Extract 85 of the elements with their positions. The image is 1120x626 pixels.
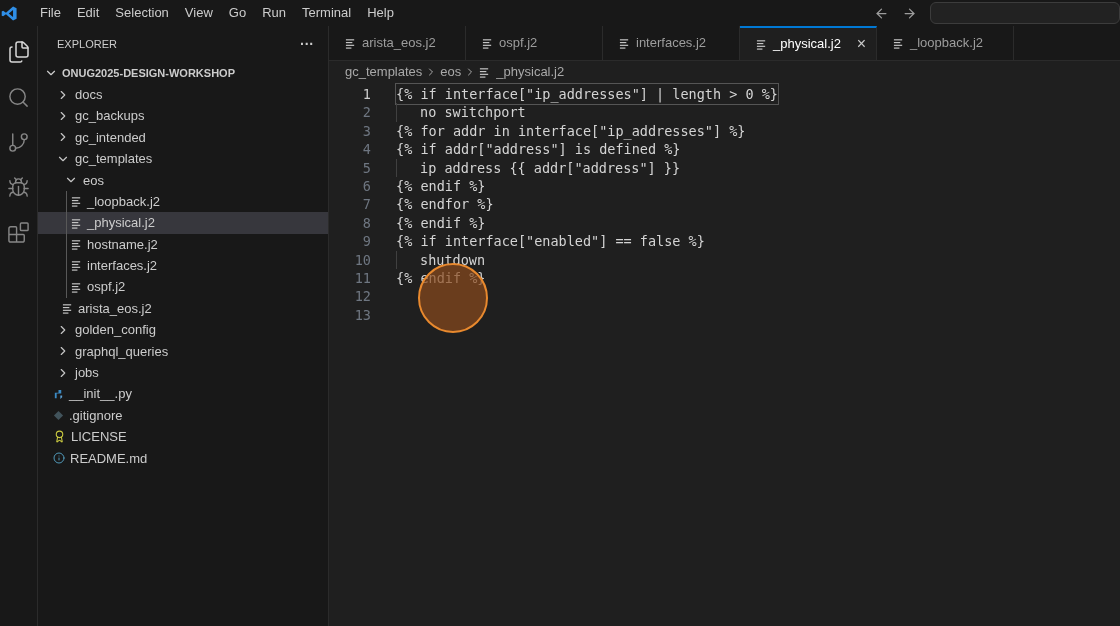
- tree-item[interactable]: ospf.j2: [38, 276, 328, 298]
- line-number: 8: [361, 213, 371, 233]
- workspace-header[interactable]: ONUG2025-DESIGN-WORKSHOP: [38, 62, 328, 84]
- files-icon[interactable]: [6, 40, 31, 64]
- tree-item[interactable]: README.md: [38, 447, 328, 470]
- code-line: {% endif %}: [396, 213, 486, 233]
- search-icon[interactable]: [7, 86, 30, 109]
- file-lines-icon: [71, 196, 82, 208]
- menu-item[interactable]: Run: [254, 3, 294, 23]
- more-actions-button[interactable]: ···: [300, 33, 314, 55]
- tree-item[interactable]: gc_intended: [38, 126, 328, 149]
- tree-item[interactable]: hostname.j2: [38, 233, 328, 256]
- line-number: 12: [353, 287, 371, 307]
- line-number: 1: [361, 85, 371, 105]
- code-line: shutdown: [420, 250, 486, 270]
- menu-item[interactable]: Terminal: [294, 3, 360, 23]
- file-lines-icon: [482, 37, 493, 49]
- line-number: 3: [361, 121, 371, 141]
- line-number: 7: [361, 195, 371, 215]
- tree-item[interactable]: eos: [38, 169, 328, 191]
- tree-item[interactable]: gc_backups: [38, 105, 328, 127]
- code-line: {% if interface["ip_addresses"] | length > 0 %}: [396, 84, 778, 105]
- extensions-icon[interactable]: [7, 221, 30, 244]
- tree-item[interactable]: arista_eos.j2: [38, 297, 328, 320]
- ribbon-icon: [53, 430, 66, 444]
- file-lines-icon: [756, 38, 767, 50]
- file-lines-icon: [345, 37, 356, 49]
- line-number: 5: [361, 158, 371, 178]
- line-number: 10: [353, 250, 371, 270]
- line-number: 2: [361, 103, 371, 123]
- tree-item[interactable]: golden_config: [38, 319, 328, 341]
- file-lines-icon: [62, 303, 73, 315]
- code-line: no switchport: [420, 103, 526, 123]
- code-line: {% endif %}: [396, 177, 486, 197]
- line-number: 11: [353, 269, 371, 288]
- tree-item[interactable]: interfaces.j2: [38, 255, 328, 277]
- menu-item[interactable]: Go: [220, 3, 255, 23]
- menu-item[interactable]: File: [32, 3, 69, 23]
- file-lines-icon: [619, 37, 630, 49]
- python-icon: [53, 388, 64, 400]
- line-number: 13: [353, 305, 371, 325]
- line-number: 4: [361, 140, 371, 160]
- command-center-field[interactable]: [930, 2, 1120, 24]
- editor-tab[interactable]: _physical.j2 ×: [740, 26, 877, 60]
- breadcrumb-item[interactable]: _physical.j2: [496, 62, 565, 82]
- tree-item[interactable]: _loopback.j2: [38, 190, 328, 213]
- editor-tab[interactable]: _loopback.j2: [877, 26, 1014, 60]
- tree-item[interactable]: gc_templates: [38, 148, 328, 170]
- code-line: {% if addr["address"] is defined %}: [396, 140, 681, 160]
- code-line: {% for addr in interface["ip_addresses"] %}: [396, 121, 746, 142]
- tree-item[interactable]: graphql_queries: [38, 340, 328, 363]
- menu-item[interactable]: Help: [359, 3, 402, 23]
- diamond-icon: [53, 410, 64, 422]
- branch-icon[interactable]: [7, 131, 30, 154]
- line-number: 9: [361, 232, 371, 252]
- tree-item[interactable]: .gitignore: [38, 404, 328, 427]
- code-line: {% if interface["enabled"] == false %}: [396, 232, 705, 252]
- file-lines-icon: [71, 217, 82, 229]
- file-lines-icon: [71, 260, 82, 272]
- tree-item[interactable]: _physical.j2: [38, 212, 328, 234]
- app-logo-icon: [1, 4, 18, 22]
- tree-item[interactable]: __init__.py: [38, 383, 328, 405]
- breadcrumb-item[interactable]: eos: [440, 62, 462, 82]
- info-icon: [53, 452, 65, 465]
- back-arrow-icon[interactable]: [874, 5, 889, 21]
- forward-arrow-icon[interactable]: [902, 5, 917, 21]
- breadcrumb-item[interactable]: gc_templates: [345, 62, 423, 82]
- tree-item[interactable]: LICENSE: [38, 426, 328, 448]
- file-lines-icon: [893, 37, 904, 49]
- file-lines-icon: [71, 238, 82, 250]
- menu-item[interactable]: Selection: [107, 3, 177, 23]
- code-line: {% endfor %}: [396, 195, 494, 215]
- code-line: ip address {{ addr["address"] }}: [420, 158, 681, 178]
- close-tab-button[interactable]: ×: [856, 32, 866, 56]
- bug-icon[interactable]: [7, 176, 30, 199]
- tree-item[interactable]: jobs: [38, 362, 328, 384]
- menu-item[interactable]: View: [176, 3, 221, 23]
- editor-tab[interactable]: ospf.j2: [466, 26, 603, 60]
- editor-tab[interactable]: arista_eos.j2: [329, 26, 466, 60]
- file-lines-icon: [479, 66, 491, 78]
- menu-item[interactable]: Edit: [68, 3, 108, 23]
- line-number: 6: [361, 177, 371, 197]
- tree-item[interactable]: docs: [38, 84, 328, 106]
- sidebar-title: EXPLORER: [57, 36, 117, 52]
- file-lines-icon: [71, 281, 82, 293]
